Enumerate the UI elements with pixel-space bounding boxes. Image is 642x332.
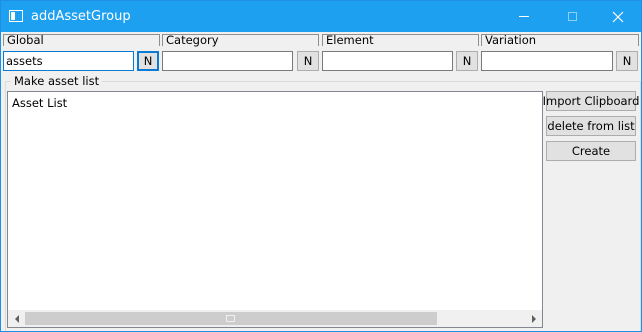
element-label: Element <box>326 33 374 47</box>
scroll-left-button[interactable] <box>8 310 25 327</box>
element-group: Element <box>322 33 479 47</box>
variation-label: Variation <box>485 33 537 47</box>
category-label: Category <box>166 33 219 47</box>
global-input[interactable] <box>3 51 134 71</box>
minimize-icon <box>519 16 529 17</box>
category-n-button[interactable]: N <box>297 51 319 71</box>
arrow-right-icon <box>531 314 536 323</box>
maximize-icon <box>567 12 577 21</box>
global-label: Global <box>7 33 44 47</box>
element-n-button[interactable]: N <box>456 51 478 71</box>
delete-from-list-button[interactable]: delete from list <box>546 116 636 136</box>
create-button[interactable]: Create <box>546 141 636 161</box>
variation-input[interactable] <box>481 51 613 71</box>
scroll-right-button[interactable] <box>525 310 542 327</box>
window-title: addAssetGroup <box>31 9 131 24</box>
app-window: addAssetGroup Global Category Element Va… <box>0 0 642 332</box>
title-bar[interactable]: addAssetGroup <box>1 1 641 32</box>
asset-list[interactable]: Asset List <box>7 91 543 328</box>
category-group: Category <box>162 33 319 47</box>
list-item[interactable]: Asset List <box>12 96 67 110</box>
minimize-button[interactable] <box>501 1 547 32</box>
make-asset-list-label: Make asset list <box>11 74 103 88</box>
element-input[interactable] <box>322 51 453 71</box>
global-n-button[interactable]: N <box>137 51 159 71</box>
close-button[interactable] <box>595 1 641 32</box>
close-icon <box>612 11 624 22</box>
import-clipboard-button[interactable]: Import Clipboard <box>543 91 639 111</box>
horizontal-scrollbar[interactable] <box>8 310 542 327</box>
global-group: Global <box>3 33 160 47</box>
scrollbar-thumb[interactable] <box>25 312 437 325</box>
variation-group: Variation <box>481 33 639 47</box>
thumb-grip-icon <box>226 315 235 322</box>
arrow-left-icon <box>14 314 19 323</box>
category-input[interactable] <box>162 51 293 71</box>
app-icon <box>9 10 23 22</box>
variation-n-button[interactable]: N <box>616 51 638 71</box>
maximize-button[interactable] <box>549 1 595 32</box>
